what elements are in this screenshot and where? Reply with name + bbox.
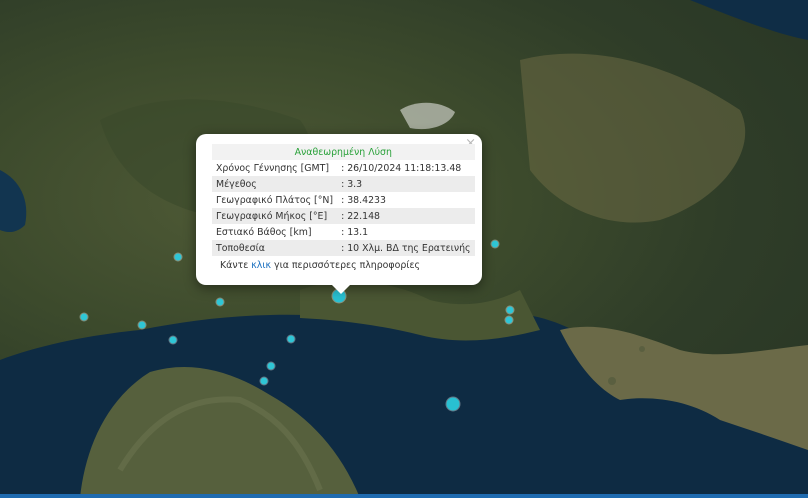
earthquake-marker[interactable] bbox=[505, 316, 513, 324]
row-value: : 10 Χλμ. ΒΔ της Ερατεινής bbox=[337, 240, 475, 256]
island bbox=[639, 346, 645, 352]
earthquake-marker[interactable] bbox=[260, 377, 268, 385]
popup-title: Αναθεωρημένη Λύση bbox=[212, 144, 475, 160]
earthquake-marker[interactable] bbox=[287, 335, 295, 343]
sea-northwest bbox=[0, 170, 27, 233]
sea-northeast bbox=[690, 0, 808, 40]
info-table: Αναθεωρημένη Λύση Χρόνος Γέννησης [GMT]:… bbox=[212, 144, 475, 256]
row-value: : 3.3 bbox=[337, 176, 475, 192]
earthquake-marker[interactable] bbox=[138, 321, 146, 329]
earthquake-marker[interactable] bbox=[174, 253, 182, 261]
more-prefix: Κάντε bbox=[220, 260, 252, 271]
more-info-link[interactable]: κλικ bbox=[251, 260, 271, 271]
earthquake-marker[interactable] bbox=[506, 306, 514, 314]
more-suffix: για περισσότερες πληροφορίες bbox=[271, 260, 421, 271]
row-label: Γεωγραφικό Πλάτος [°N] bbox=[216, 194, 334, 206]
east-highlands bbox=[520, 53, 746, 223]
bottom-bar bbox=[0, 494, 808, 498]
earthquake-marker[interactable] bbox=[446, 397, 460, 411]
island bbox=[608, 377, 616, 385]
row-label: Γεωγραφικό Μήκος [°E] bbox=[212, 208, 338, 224]
snow-peak bbox=[400, 102, 455, 130]
earthquake-marker[interactable] bbox=[169, 336, 177, 344]
row-value: : 22.148 bbox=[337, 208, 475, 224]
earthquake-marker[interactable] bbox=[80, 313, 88, 321]
row-value: : 38.4233 bbox=[341, 194, 386, 206]
row-value: : 13.1 bbox=[341, 226, 369, 238]
satellite-map[interactable]: × Αναθεωρημένη Λύση Χρόνος Γέννησης [GMT… bbox=[0, 0, 808, 498]
row-label: Τοποθεσία bbox=[212, 240, 338, 256]
row-value: : 26/10/2024 11:18:13.48 bbox=[341, 162, 462, 174]
row-label: Εστιακό Βάθος [km] bbox=[216, 226, 312, 238]
row-label: Χρόνος Γέννησης [GMT] bbox=[216, 162, 330, 174]
earthquake-info-popup: × Αναθεωρημένη Λύση Χρόνος Γέννησης [GMT… bbox=[196, 134, 482, 294]
earthquake-marker[interactable] bbox=[216, 298, 224, 306]
earthquake-marker[interactable] bbox=[267, 362, 275, 370]
earthquake-marker[interactable] bbox=[491, 240, 499, 248]
row-label: Μέγεθος bbox=[212, 176, 338, 192]
more-info-text: Κάντε κλικ για περισσότερες πληροφορίες bbox=[220, 260, 420, 271]
